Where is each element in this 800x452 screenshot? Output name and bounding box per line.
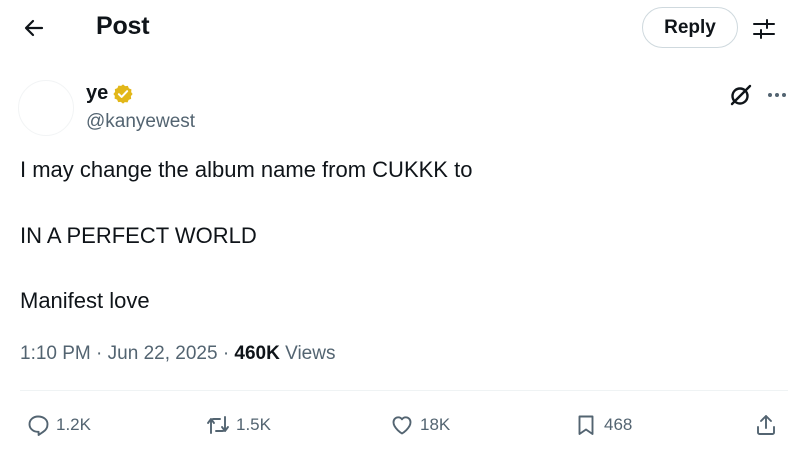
post-date[interactable]: Jun 22, 2025	[108, 343, 218, 364]
post-time[interactable]: 1:10 PM	[20, 343, 91, 364]
filter-button[interactable]	[751, 16, 777, 42]
share-action[interactable]	[754, 410, 778, 440]
back-button[interactable]	[20, 14, 48, 42]
bookmark-count: 468	[604, 415, 633, 434]
heart-icon	[392, 416, 412, 435]
arrow-left-icon	[24, 19, 44, 37]
reply-action[interactable]: 1.2K	[26, 410, 91, 440]
post-text-line: Manifest love	[20, 288, 150, 313]
share-icon	[757, 415, 775, 435]
post-text-line: IN A PERFECT WORLD	[20, 223, 257, 248]
reply-icon	[28, 415, 49, 436]
more-icon	[768, 93, 786, 97]
bookmark-action[interactable]: 468	[574, 410, 632, 440]
divider	[20, 390, 788, 391]
post-meta: 1:10 PM · Jun 22, 2025 · 460K Views	[20, 343, 335, 365]
bookmark-icon	[578, 415, 594, 435]
repost-action[interactable]: 1.5K	[206, 410, 271, 440]
repost-count: 1.5K	[236, 415, 271, 434]
author-handle[interactable]: @kanyewest	[86, 111, 195, 133]
post-text-line: I may change the album name from CUKKK t…	[20, 157, 473, 182]
grok-icon	[730, 84, 752, 106]
author-name[interactable]: ye	[86, 82, 108, 105]
page-title: Post	[96, 12, 150, 40]
grok-button[interactable]	[728, 82, 754, 108]
views-label: Views	[285, 343, 336, 364]
like-action[interactable]: 18K	[390, 410, 450, 440]
like-count: 18K	[420, 415, 451, 434]
reply-count: 1.2K	[56, 415, 91, 434]
author-row: ye	[86, 82, 134, 105]
header-bar: Post Reply	[0, 0, 800, 56]
reply-button[interactable]: Reply	[642, 7, 738, 48]
repost-icon	[207, 416, 229, 434]
separator: ·	[222, 343, 230, 364]
separator: ·	[96, 343, 103, 364]
sliders-icon	[753, 19, 775, 39]
verified-badge-icon	[113, 83, 133, 104]
views-count: 460K	[234, 343, 280, 364]
avatar[interactable]	[18, 80, 74, 136]
more-options-button[interactable]	[764, 82, 790, 108]
